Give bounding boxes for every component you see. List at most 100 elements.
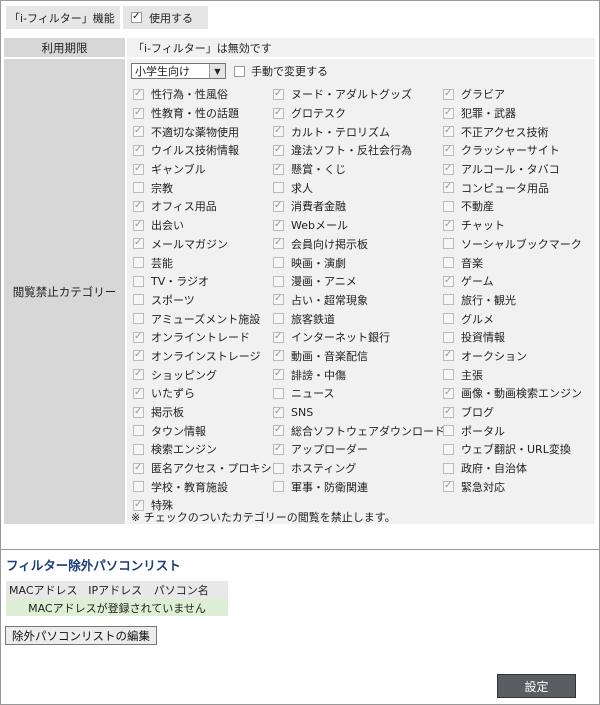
category-checkbox[interactable]	[273, 348, 284, 362]
category-item: オークション	[443, 347, 593, 366]
category-checkbox[interactable]	[443, 218, 454, 232]
category-label: 性教育・性の話題	[151, 107, 239, 121]
category-checkbox[interactable]	[443, 274, 454, 288]
category-checkbox[interactable]	[273, 162, 284, 176]
section-divider	[0, 549, 600, 550]
category-checkbox[interactable]	[443, 87, 454, 101]
filter-feature-control: 使用する	[123, 6, 208, 29]
category-checkbox[interactable]	[443, 348, 454, 362]
category-checkbox[interactable]	[443, 200, 454, 212]
category-checkbox[interactable]	[443, 479, 454, 493]
category-checkbox[interactable]	[443, 462, 454, 474]
category-label: 漫画・アニメ	[291, 275, 357, 289]
category-checkbox[interactable]	[273, 330, 284, 344]
category-checkbox[interactable]	[133, 294, 144, 306]
category-checkbox[interactable]	[273, 182, 284, 194]
category-label: グラビア	[461, 88, 505, 102]
preset-select[interactable]: 小学生向け ▼	[131, 63, 226, 79]
category-checkbox[interactable]	[133, 257, 144, 269]
category-checkbox[interactable]	[273, 257, 284, 269]
category-item: 画像・動画検索エンジン	[443, 384, 593, 403]
category-checkbox[interactable]	[443, 143, 454, 157]
category-checkbox[interactable]	[443, 386, 454, 400]
category-checkbox[interactable]	[133, 405, 144, 419]
exclusion-list-empty-message: MACアドレスが登録されていません	[6, 599, 228, 616]
category-checkbox[interactable]	[443, 124, 454, 138]
category-checkbox[interactable]	[443, 369, 454, 381]
category-checkbox[interactable]	[443, 257, 454, 269]
category-label: 出会い	[151, 219, 184, 233]
category-checkbox[interactable]	[273, 218, 284, 232]
category-checkbox[interactable]	[133, 162, 144, 176]
category-checkbox[interactable]	[133, 124, 144, 138]
category-checkbox[interactable]	[273, 367, 284, 381]
category-checkbox[interactable]	[273, 143, 284, 157]
category-checkbox[interactable]	[273, 124, 284, 138]
category-checkbox[interactable]	[133, 425, 144, 437]
filter-feature-row: 「i-フィルター」機能 使用する	[6, 6, 208, 29]
category-checkbox[interactable]	[443, 162, 454, 176]
category-checkbox[interactable]	[133, 199, 144, 213]
category-item: 会員向け掲示板	[273, 235, 443, 254]
category-checkbox[interactable]	[133, 367, 144, 381]
chevron-down-icon[interactable]: ▼	[209, 64, 225, 78]
category-checkbox[interactable]	[133, 275, 144, 287]
category-item: インターネット銀行	[273, 328, 443, 347]
category-checkbox[interactable]	[133, 461, 144, 475]
category-item: グルメ	[443, 309, 593, 328]
category-checkbox[interactable]	[443, 405, 454, 419]
category-label: ポータル	[461, 424, 505, 438]
category-checkbox[interactable]	[133, 182, 144, 194]
category-checkbox[interactable]	[273, 405, 284, 419]
category-item: ポータル	[443, 421, 593, 440]
category-label: ギャンブル	[151, 163, 206, 177]
submit-settings-button[interactable]: 設定	[497, 674, 576, 698]
column-mac: MACアドレス	[9, 584, 78, 597]
category-checkbox[interactable]	[443, 106, 454, 120]
category-checkbox[interactable]	[443, 443, 454, 455]
category-label: 映画・演劇	[291, 256, 346, 270]
category-checkbox[interactable]	[133, 106, 144, 120]
category-label: オフィス用品	[151, 200, 217, 214]
category-checkbox[interactable]	[133, 481, 144, 493]
category-checkbox[interactable]	[133, 386, 144, 400]
manual-change-checkbox[interactable]	[234, 65, 245, 77]
use-filter-checkbox[interactable]	[131, 10, 142, 24]
category-checkbox[interactable]	[273, 292, 284, 306]
category-checkbox[interactable]	[273, 423, 284, 437]
category-checkbox[interactable]	[133, 218, 144, 232]
category-checkbox[interactable]	[273, 481, 284, 493]
category-checkbox[interactable]	[273, 275, 284, 287]
category-checkbox[interactable]	[273, 313, 284, 325]
category-label: 違法ソフト・反社会行為	[291, 144, 412, 158]
category-checkbox[interactable]	[273, 236, 284, 250]
category-checkbox[interactable]	[443, 425, 454, 437]
category-checkbox[interactable]	[133, 236, 144, 250]
column-ip: IPアドレス	[88, 584, 143, 597]
category-checkbox[interactable]	[443, 294, 454, 306]
category-checkbox[interactable]	[133, 143, 144, 157]
category-label: ウェブ翻訳・URL変換	[461, 443, 571, 457]
category-checkbox[interactable]	[273, 442, 284, 456]
category-grid: 性行為・性風俗 ヌード・アダルトグッズ グラビア性教育・性の話題 グロテスク 犯罪・武器…	[133, 85, 593, 515]
category-checkbox[interactable]	[273, 87, 284, 101]
category-checkbox[interactable]	[273, 199, 284, 213]
category-checkbox[interactable]	[273, 387, 284, 399]
category-checkbox[interactable]	[133, 330, 144, 344]
category-checkbox[interactable]	[273, 462, 284, 474]
category-item: スポーツ	[133, 291, 273, 310]
category-checkbox[interactable]	[133, 348, 144, 362]
category-checkbox[interactable]	[273, 106, 284, 120]
category-checkbox[interactable]	[133, 443, 144, 455]
category-checkbox[interactable]	[443, 180, 454, 194]
category-item: 求人	[273, 178, 443, 197]
category-checkbox[interactable]	[443, 238, 454, 250]
category-label: 音楽	[461, 256, 483, 270]
category-item: 出会い	[133, 216, 273, 235]
category-checkbox[interactable]	[133, 87, 144, 101]
category-item: 総合ソフトウェアダウンロード	[273, 421, 445, 440]
category-checkbox[interactable]	[443, 331, 454, 343]
edit-exclusion-list-button[interactable]: 除外パソコンリストの編集	[5, 626, 157, 645]
category-checkbox[interactable]	[133, 313, 144, 325]
category-checkbox[interactable]	[443, 313, 454, 325]
